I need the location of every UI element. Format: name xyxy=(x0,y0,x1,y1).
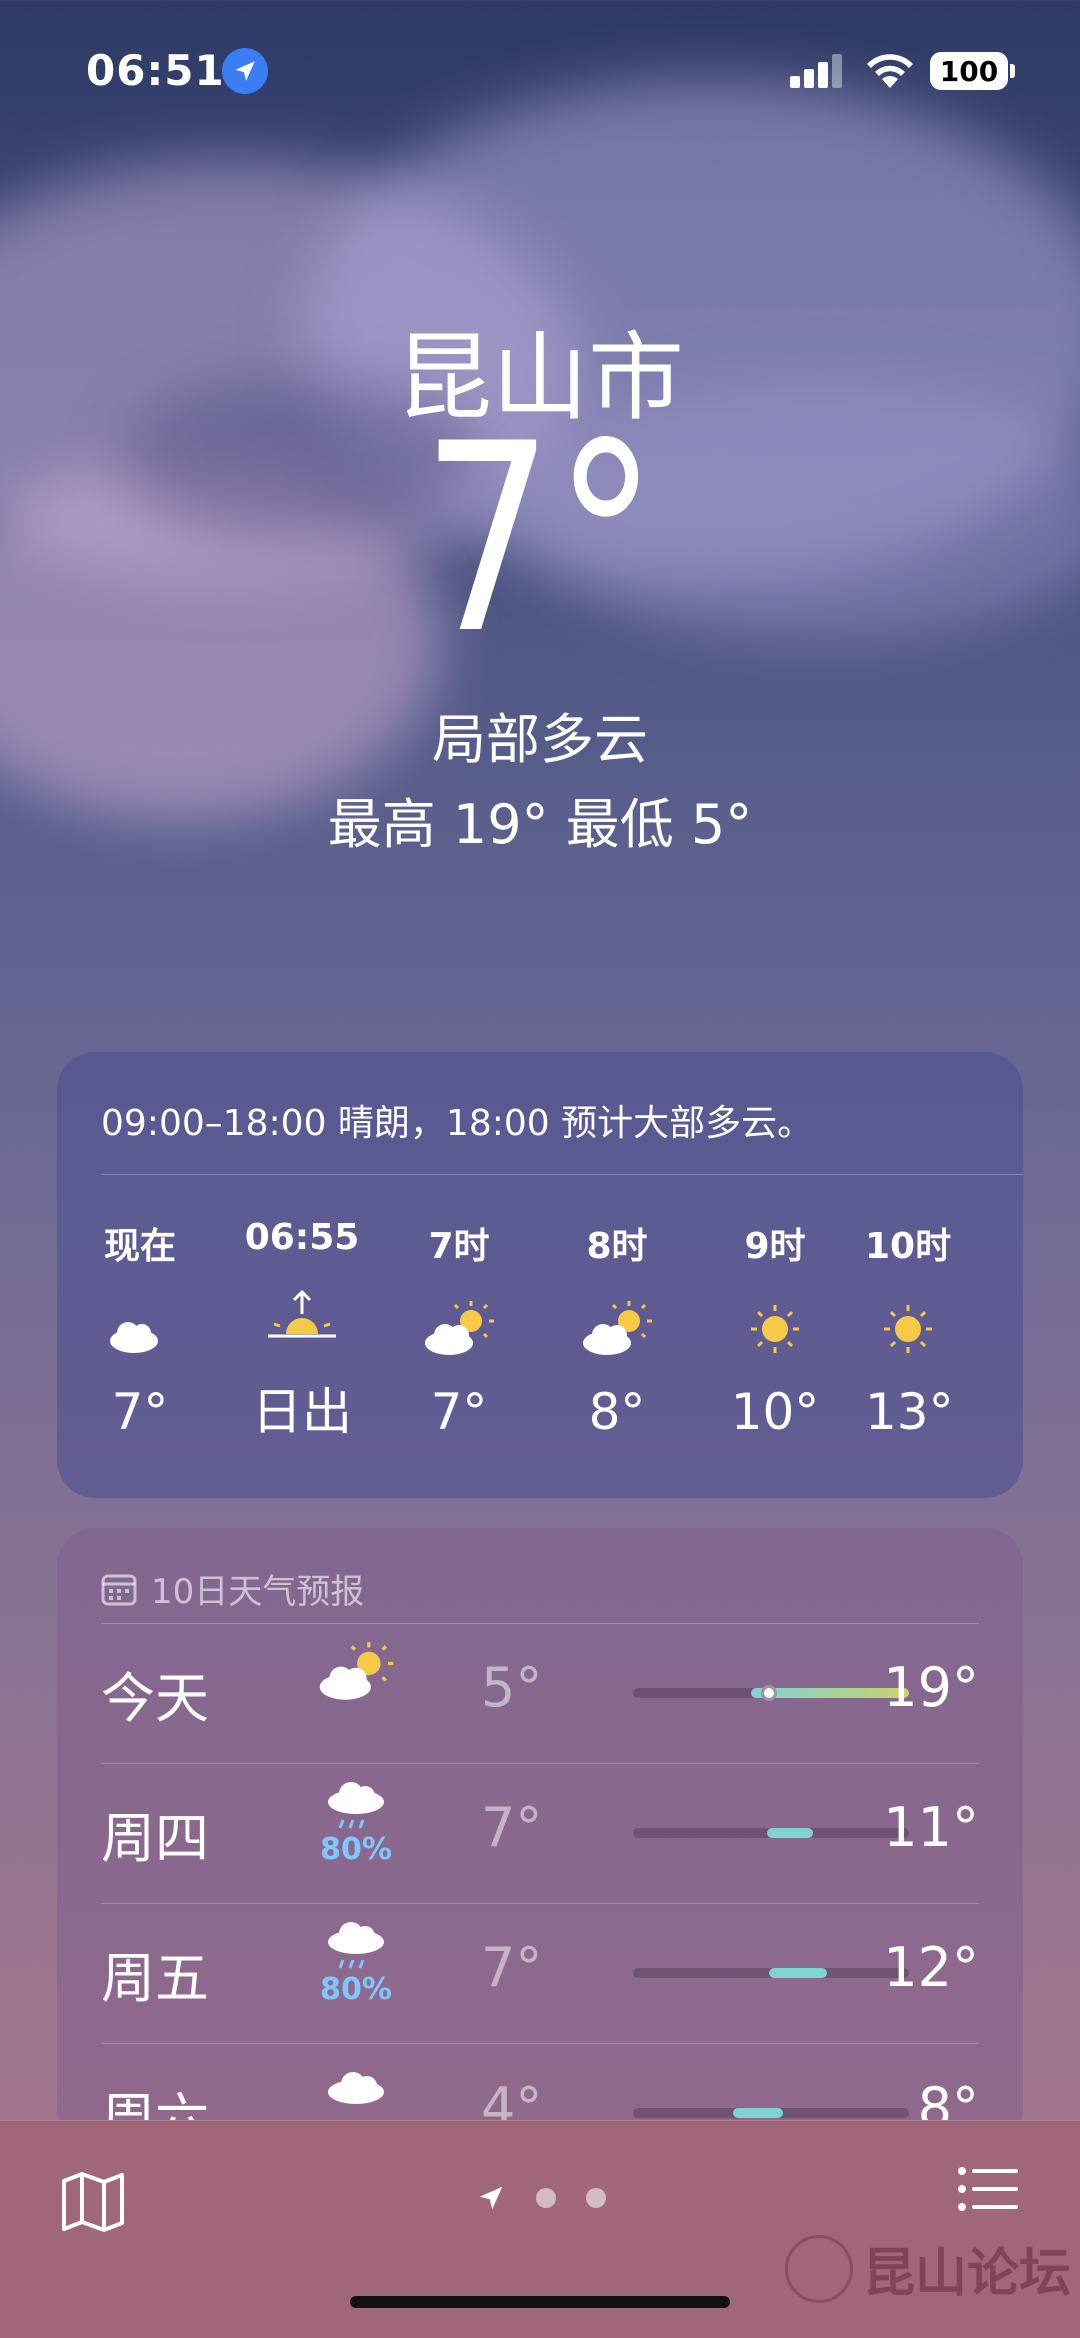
hour-item: 现在 7° xyxy=(65,1217,215,1441)
wifi-icon xyxy=(867,54,913,88)
temperature-range-bar xyxy=(633,2108,909,2118)
home-indicator[interactable] xyxy=(350,2296,730,2308)
sun-cloud-icon xyxy=(301,1640,411,1708)
hour-item: 06:55 日出 xyxy=(227,1217,377,1444)
hour-item: 9时 10° xyxy=(700,1217,850,1441)
divider xyxy=(101,1174,1023,1175)
page-dot[interactable] xyxy=(586,2188,606,2208)
current-temperature: 7° xyxy=(421,389,659,691)
precipitation-chance: 80% xyxy=(320,1972,392,2007)
sun-icon xyxy=(865,1289,1015,1369)
hour-item: 7时 7° xyxy=(384,1217,534,1441)
moon-cloud-icon xyxy=(65,1289,215,1369)
battery-nub xyxy=(1010,64,1015,78)
page-indicator[interactable] xyxy=(476,2183,606,2213)
rain-cloud-icon: 80% xyxy=(301,1920,411,2007)
battery-indicator: 100 xyxy=(930,52,1008,90)
forecast-summary: 09:00–18:00 晴朗，18:00 预计大部多云。 xyxy=(101,1103,814,1144)
forum-logo-icon xyxy=(785,2234,853,2303)
forum-watermark: 昆山论坛 xyxy=(785,2231,1071,2306)
status-time: 06:51 xyxy=(86,46,225,95)
high-low-temperature: 最高 19° 最低 5° xyxy=(327,793,753,856)
hour-item: 8时 8° xyxy=(542,1217,692,1441)
rain-cloud-icon: 80% xyxy=(301,1780,411,1867)
cloud-icon xyxy=(301,2060,411,2116)
sunrise-icon xyxy=(227,1278,377,1358)
sun-cloud-icon xyxy=(542,1289,692,1369)
temperature-range-bar xyxy=(633,1685,909,1701)
status-bar: 06:51 100 xyxy=(0,40,1080,110)
calendar-icon xyxy=(101,1574,137,1605)
map-icon xyxy=(62,2172,124,2232)
ten-day-title: 10日天气预报 xyxy=(151,1572,365,1612)
temperature-range-bar xyxy=(633,1828,909,1838)
daily-row[interactable]: 今天 5° 19° xyxy=(101,1624,979,1764)
city-list-button[interactable] xyxy=(956,2157,1020,2225)
sun-icon xyxy=(700,1289,850,1369)
map-button[interactable] xyxy=(60,2171,126,2237)
location-arrow-icon xyxy=(222,48,268,94)
page-dot[interactable] xyxy=(536,2188,556,2208)
cellular-signal-icon xyxy=(790,54,842,88)
hour-item: 10时 13° xyxy=(865,1217,1015,1441)
sun-cloud-icon xyxy=(384,1289,534,1369)
location-page-icon xyxy=(479,2186,503,2210)
daily-row[interactable]: 周四 80% 7° 11° xyxy=(101,1764,979,1904)
hourly-forecast-card[interactable]: 09:00–18:00 晴朗，18:00 预计大部多云。 现在 7° 06:55… xyxy=(57,1052,1023,1498)
current-condition: 局部多云 xyxy=(432,708,648,771)
ten-day-header: 10日天气预报 xyxy=(101,1564,364,1613)
ten-day-forecast-card[interactable]: 10日天气预报 今天 5° 19° 周四 80% 7° 11° 周五 80% 7… xyxy=(57,1528,1023,2148)
precipitation-chance: 80% xyxy=(320,1832,392,1867)
daily-row[interactable]: 周五 80% 7° 12° xyxy=(101,1904,979,2044)
temperature-range-bar xyxy=(633,1968,909,1978)
list-icon xyxy=(958,2167,1018,2211)
